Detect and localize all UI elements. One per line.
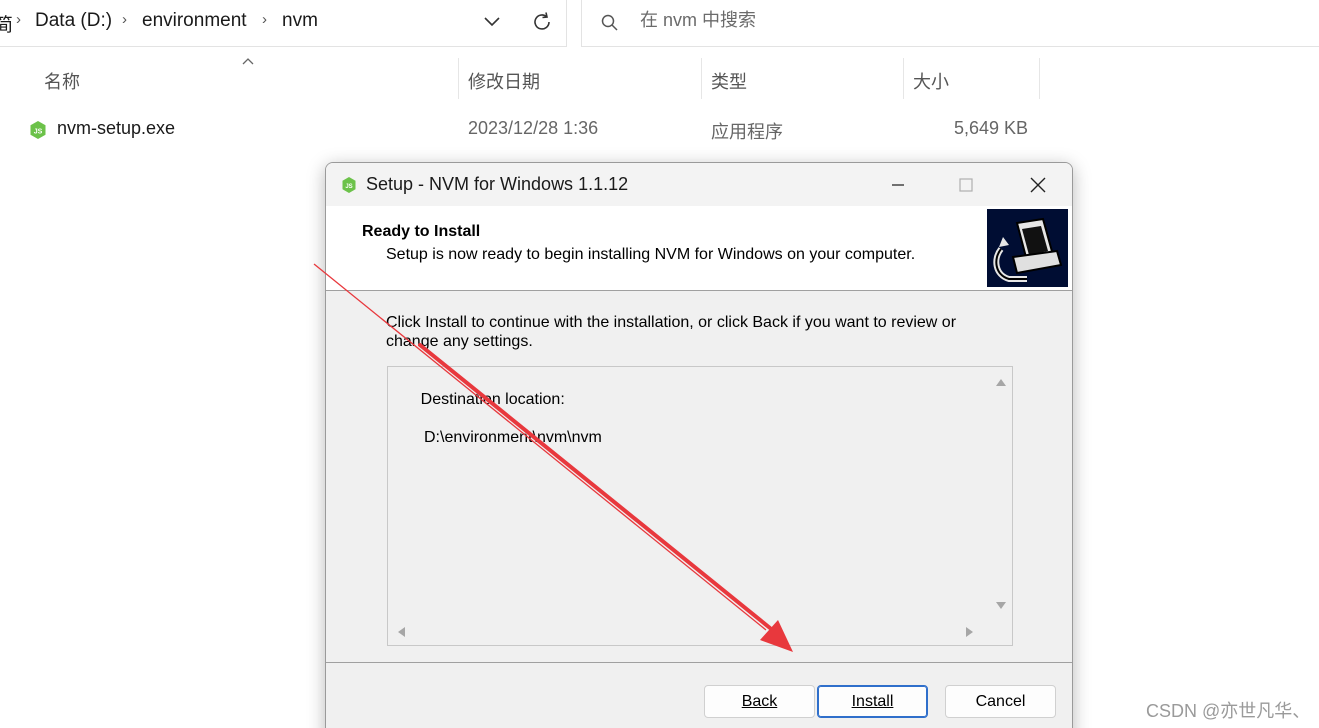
install-button[interactable]: Install: [817, 685, 928, 718]
memo-destination-label: Destination location:: [420, 391, 565, 408]
column-header-type[interactable]: 类型: [711, 68, 747, 94]
triangle-up-icon: [996, 379, 1006, 386]
wizard-page-subtitle: Setup is now ready to begin installing N…: [386, 246, 916, 263]
memo-content: Destination location: D:\environment\nvm…: [394, 371, 602, 485]
chevron-right-icon: ›: [262, 11, 267, 28]
instructions-line-2: change any settings.: [386, 333, 533, 350]
column-divider[interactable]: [1039, 58, 1040, 99]
nodejs-app-icon: JS: [342, 177, 356, 193]
file-modified: 2023/12/28 1:36: [468, 118, 599, 138]
triangle-left-icon: [398, 627, 405, 637]
svg-text:JS: JS: [34, 129, 43, 136]
svg-text:JS: JS: [345, 184, 352, 190]
column-header-modified[interactable]: 修改日期: [468, 68, 540, 94]
close-icon: [1030, 177, 1046, 192]
minimize-button[interactable]: [874, 163, 922, 206]
instructions-line-1: Click Install to continue with the insta…: [386, 314, 957, 331]
address-bar[interactable]: 简 › Data (D:) › environment › nvm: [0, 0, 567, 47]
computer-install-icon: [987, 209, 1068, 287]
column-divider[interactable]: [903, 58, 904, 99]
watermark: CSDN @亦世凡华、: [1146, 701, 1311, 721]
back-button[interactable]: Back: [704, 685, 815, 718]
ready-memo-box[interactable]: Destination location: D:\environment\nvm…: [387, 366, 1013, 646]
refresh-button[interactable]: [528, 8, 556, 36]
memo-destination-path: D:\environment\nvm\nvm: [424, 429, 602, 446]
chevron-down-icon: [484, 17, 500, 27]
scroll-down-arrow[interactable]: [994, 599, 1008, 613]
search-icon: [601, 14, 618, 31]
breadcrumb-data-drive[interactable]: Data (D:): [35, 10, 112, 32]
minimize-icon: [892, 183, 904, 186]
triangle-right-icon: [966, 627, 973, 637]
setup-computer-image: [987, 209, 1068, 287]
nodejs-file-icon: JS: [30, 121, 46, 139]
install-button-label: Install: [851, 692, 894, 710]
file-name[interactable]: nvm-setup.exe: [57, 118, 175, 139]
footer-divider: [326, 662, 1072, 663]
search-input[interactable]: [640, 10, 1240, 31]
wizard-page-title: Ready to Install: [362, 223, 481, 240]
setup-dialog: JS Setup - NVM for Windows 1.1.12 Ready …: [325, 162, 1073, 728]
search-box[interactable]: [581, 0, 1319, 47]
scroll-left-arrow[interactable]: [394, 625, 408, 639]
horizontal-scrollbar[interactable]: [388, 619, 992, 645]
wizard-header: Ready to Install Setup is now ready to b…: [326, 206, 1072, 291]
maximize-button[interactable]: [942, 163, 990, 206]
sort-ascending-icon[interactable]: [241, 56, 255, 66]
dialog-titlebar[interactable]: JS Setup - NVM for Windows 1.1.12: [326, 163, 1072, 206]
column-divider[interactable]: [458, 58, 459, 99]
file-size: 5,649 KB: [954, 118, 1029, 138]
breadcrumb-partial[interactable]: 简: [0, 10, 13, 37]
column-header-size[interactable]: 大小: [913, 68, 949, 94]
history-dropdown-button[interactable]: [478, 8, 506, 36]
scroll-right-arrow[interactable]: [963, 625, 977, 639]
cancel-button[interactable]: Cancel: [945, 685, 1056, 718]
breadcrumb-environment[interactable]: environment: [142, 10, 247, 32]
breadcrumb-nvm[interactable]: nvm: [282, 10, 318, 32]
close-button[interactable]: [1014, 163, 1062, 206]
dialog-title: Setup - NVM for Windows 1.1.12: [366, 174, 629, 194]
maximize-icon: [959, 177, 973, 192]
column-divider[interactable]: [701, 58, 702, 99]
column-header-name[interactable]: 名称: [44, 68, 80, 94]
chevron-right-icon: ›: [16, 11, 21, 28]
refresh-icon: [534, 12, 550, 30]
cancel-button-label: Cancel: [975, 692, 1026, 710]
scroll-up-arrow[interactable]: [994, 375, 1008, 389]
wizard-instructions: Click Install to continue with the insta…: [386, 313, 1006, 351]
back-button-label: Back: [741, 692, 778, 710]
vertical-scrollbar[interactable]: [990, 367, 1012, 620]
triangle-down-icon: [996, 602, 1006, 609]
file-type: 应用程序: [711, 122, 783, 142]
chevron-right-icon: ›: [122, 11, 127, 28]
